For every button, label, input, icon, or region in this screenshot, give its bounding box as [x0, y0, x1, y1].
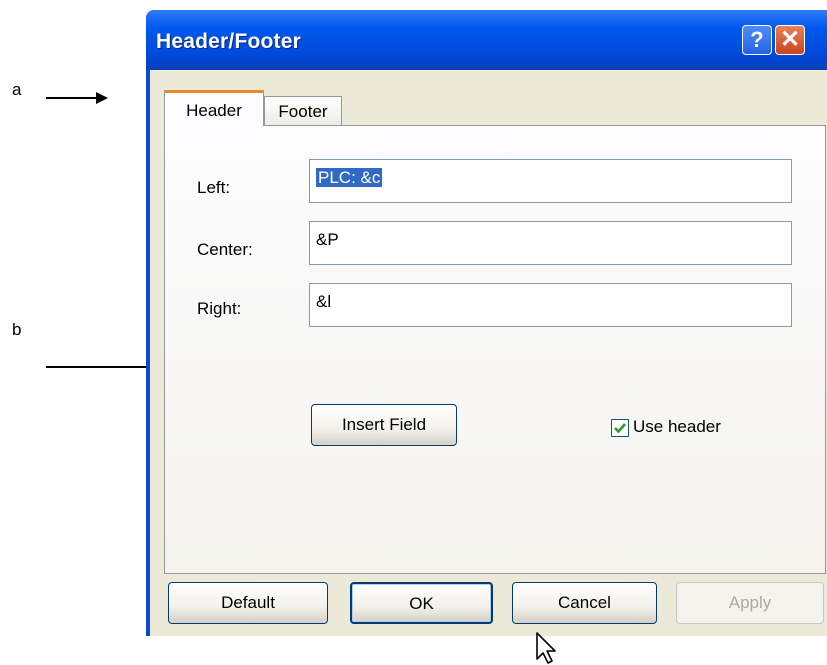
default-button[interactable]: Default — [168, 582, 328, 624]
annotation-a: a — [12, 80, 22, 99]
tab-footer[interactable]: Footer — [264, 96, 342, 126]
mouse-pointer-icon — [536, 632, 556, 664]
header-footer-dialog: Header/Footer ? ✕ Header Footer Left: PL… — [146, 10, 827, 664]
insert-field-button[interactable]: Insert Field — [311, 404, 457, 446]
tab-header[interactable]: Header — [164, 90, 264, 126]
help-icon[interactable]: ? — [742, 25, 772, 55]
use-header-checkbox[interactable] — [611, 419, 629, 437]
header-tab-panel: Left: PLC: &c Center: &P Right: &l Inser… — [164, 125, 826, 664]
right-field[interactable]: &l — [309, 283, 792, 327]
dialog-body: Header Footer Left: PLC: &c Center: &P R… — [150, 70, 827, 664]
ok-button[interactable]: OK — [350, 582, 493, 624]
left-label: Left: — [197, 178, 231, 197]
annotation-a-arrow — [46, 92, 108, 104]
left-field-value: PLC: &c — [316, 168, 383, 187]
right-label: Right: — [197, 299, 242, 318]
dialog-title: Header/Footer — [156, 30, 301, 53]
apply-button[interactable]: Apply — [676, 582, 824, 624]
checkmark-icon — [614, 423, 626, 434]
annotation-b: b — [12, 320, 22, 339]
center-field[interactable]: &P — [309, 221, 792, 265]
title-bar[interactable]: Header/Footer ? ✕ — [146, 10, 827, 70]
close-icon[interactable]: ✕ — [775, 25, 805, 55]
center-label: Center: — [197, 240, 253, 259]
cancel-button[interactable]: Cancel — [512, 582, 657, 624]
left-field[interactable]: PLC: &c — [309, 159, 792, 203]
use-header-label[interactable]: Use header — [633, 417, 721, 437]
